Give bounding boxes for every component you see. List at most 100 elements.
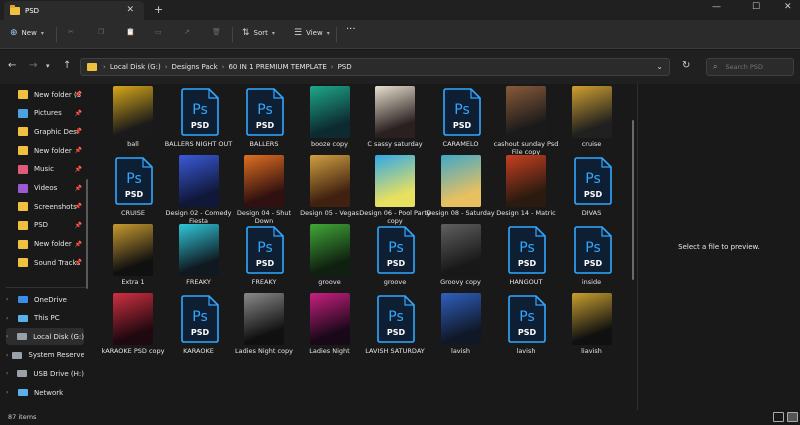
sidebar-scrollbar[interactable]: [86, 179, 88, 289]
file-name: BALLERS NIGHT OUT: [164, 140, 233, 148]
file-item[interactable]: Design 14 - Matric: [494, 155, 558, 225]
back-button[interactable]: ←: [8, 60, 16, 71]
delete-icon[interactable]: 🗑: [212, 28, 221, 36]
chevron-right-icon[interactable]: ›: [6, 296, 14, 303]
breadcrumb-template[interactable]: 60 IN 1 PREMIUM TEMPLATE: [228, 63, 326, 71]
file-item[interactable]: Ps PSD DIVAS: [560, 155, 624, 225]
sidebar-item-location[interactable]: › System Reserved: [6, 347, 84, 364]
file-item[interactable]: Ps PSD CRUISE: [101, 155, 165, 225]
file-item[interactable]: Ps PSD CARAMELO: [429, 86, 493, 156]
sidebar-item-location[interactable]: › Local Disk (G:): [6, 328, 84, 346]
file-name: DIVAS: [581, 209, 602, 217]
rename-icon[interactable]: ▭: [155, 28, 162, 36]
paste-icon[interactable]: 📋: [126, 28, 135, 36]
new-button[interactable]: ⊕ New ▾: [10, 28, 44, 38]
file-item[interactable]: Ps PSD BALLERS NIGHT OUT: [165, 86, 232, 156]
file-item[interactable]: groove: [298, 224, 362, 294]
new-tab-button[interactable]: +: [154, 3, 163, 16]
up-button[interactable]: ↑: [63, 60, 71, 71]
file-item[interactable]: Ps PSD BALLERS: [232, 86, 296, 156]
copy-icon[interactable]: ❐: [98, 28, 104, 36]
file-item[interactable]: Ladies Night copy: [232, 293, 296, 363]
file-item[interactable]: Groovy copy: [429, 224, 493, 294]
breadcrumb-psd[interactable]: PSD: [338, 63, 352, 71]
sidebar-item-quick-access[interactable]: Screenshots 📌: [6, 198, 84, 215]
file-item[interactable]: Ps PSD groove: [363, 224, 427, 294]
minimize-button[interactable]: —: [712, 2, 721, 12]
sidebar-item-quick-access[interactable]: New folder 📌: [6, 142, 84, 159]
file-item[interactable]: Design 06 - Pool Party copy: [359, 155, 431, 225]
address-bar[interactable]: › Local Disk (G:) › Designs Pack › 60 IN…: [80, 58, 670, 76]
refresh-button[interactable]: ↻: [682, 60, 690, 71]
file-item[interactable]: FREAKY: [167, 224, 231, 294]
file-item[interactable]: Design 08 - Saturday: [426, 155, 495, 225]
file-item[interactable]: liavish: [560, 293, 624, 363]
chevron-right-icon[interactable]: ›: [6, 333, 13, 340]
file-item[interactable]: ball: [101, 86, 165, 156]
chevron-right-icon[interactable]: ›: [6, 370, 13, 377]
sidebar-item-location[interactable]: › This PC: [6, 310, 84, 327]
chevron-right-icon[interactable]: ›: [6, 389, 14, 396]
folder-icon: [18, 108, 28, 118]
close-window-button[interactable]: ✕: [784, 2, 792, 12]
file-item[interactable]: lavish: [429, 293, 493, 363]
cut-icon[interactable]: ✂: [68, 28, 74, 36]
maximize-button[interactable]: ☐: [752, 2, 760, 12]
file-item[interactable]: kARAOKE PSD copy: [101, 293, 165, 363]
address-dropdown-icon[interactable]: ⌄: [656, 62, 663, 71]
sidebar-item-quick-access[interactable]: Sound Tracks 📌: [6, 254, 84, 271]
chevron-right-icon[interactable]: ›: [6, 352, 8, 359]
recent-chevron-icon[interactable]: ▾: [46, 62, 50, 70]
file-item[interactable]: Design 05 - Vegas: [298, 155, 362, 225]
flyer-thumbnail: [440, 293, 481, 345]
sort-button[interactable]: ⇅ Sort ▾: [242, 28, 275, 38]
file-item[interactable]: Ps PSD lavish: [494, 293, 558, 363]
breadcrumb-designs-pack[interactable]: Designs Pack: [172, 63, 218, 71]
file-item[interactable]: cashout sunday Psd File copy: [494, 86, 558, 156]
file-item[interactable]: booze copy: [298, 86, 362, 156]
svg-text:Ps: Ps: [519, 240, 535, 256]
sidebar-item-quick-access[interactable]: Graphic Desi 📌: [6, 123, 84, 140]
file-item[interactable]: Ladies Night: [298, 293, 362, 363]
file-item[interactable]: Ps PSD HANGOUT: [494, 224, 558, 294]
close-tab-icon[interactable]: ✕: [126, 5, 134, 15]
file-item[interactable]: Ps PSD LAVISH SATURDAY: [363, 293, 427, 363]
details-view-icon[interactable]: [773, 412, 784, 422]
file-item[interactable]: Design 02 - Comedy Fiesta: [165, 155, 232, 225]
large-icons-view-icon[interactable]: [787, 412, 798, 422]
flyer-thumbnail: [178, 224, 219, 276]
sidebar-divider: [6, 287, 86, 288]
sidebar-item-quick-access[interactable]: Videos 📌: [6, 180, 84, 197]
file-item[interactable]: Ps PSD inside: [560, 224, 624, 294]
search-box[interactable]: ⌕: [706, 58, 794, 76]
sidebar-item-quick-access[interactable]: PSD 📌: [6, 217, 84, 234]
sidebar-item-location[interactable]: › USB Drive (H:): [6, 365, 84, 382]
search-input[interactable]: [725, 63, 786, 71]
view-button[interactable]: ☰ View ▾: [294, 28, 330, 38]
file-item[interactable]: cruise: [560, 86, 624, 156]
file-item[interactable]: Ps PSD FREAKY: [232, 224, 296, 294]
drive-icon: [18, 314, 28, 322]
file-item[interactable]: Design 04 - Shut Down: [232, 155, 296, 225]
sidebar-item-location[interactable]: › Network: [6, 384, 84, 401]
file-item[interactable]: C sassy saturday: [363, 86, 427, 156]
file-name: Design 05 - Vegas: [300, 209, 359, 217]
more-options-button[interactable]: ···: [346, 24, 356, 35]
sidebar-item-quick-access[interactable]: Music 📌: [6, 161, 84, 178]
pin-icon: 📌: [74, 259, 82, 267]
sidebar-item-quick-access[interactable]: New folder 📌: [6, 236, 84, 253]
file-name: kARAOKE PSD copy: [101, 347, 165, 355]
sidebar-item-label: New folder: [34, 240, 72, 249]
breadcrumb-local-disk[interactable]: Local Disk (G:): [110, 63, 161, 71]
share-icon[interactable]: ↗: [184, 28, 190, 36]
tab-psd[interactable]: PSD ✕: [4, 1, 144, 20]
svg-text:PSD: PSD: [256, 121, 275, 130]
file-item[interactable]: Ps PSD KARAOKE: [167, 293, 231, 363]
sidebar-item-quick-access[interactable]: Pictures 📌: [6, 105, 84, 122]
chevron-right-icon[interactable]: ›: [6, 315, 14, 322]
sidebar-item-quick-access[interactable]: New folder (3 📌: [6, 86, 84, 103]
content-scrollbar[interactable]: [632, 120, 634, 280]
sidebar-item-location[interactable]: › OneDrive: [6, 291, 84, 308]
file-item[interactable]: Extra 1: [101, 224, 165, 294]
forward-button[interactable]: →: [29, 60, 37, 71]
